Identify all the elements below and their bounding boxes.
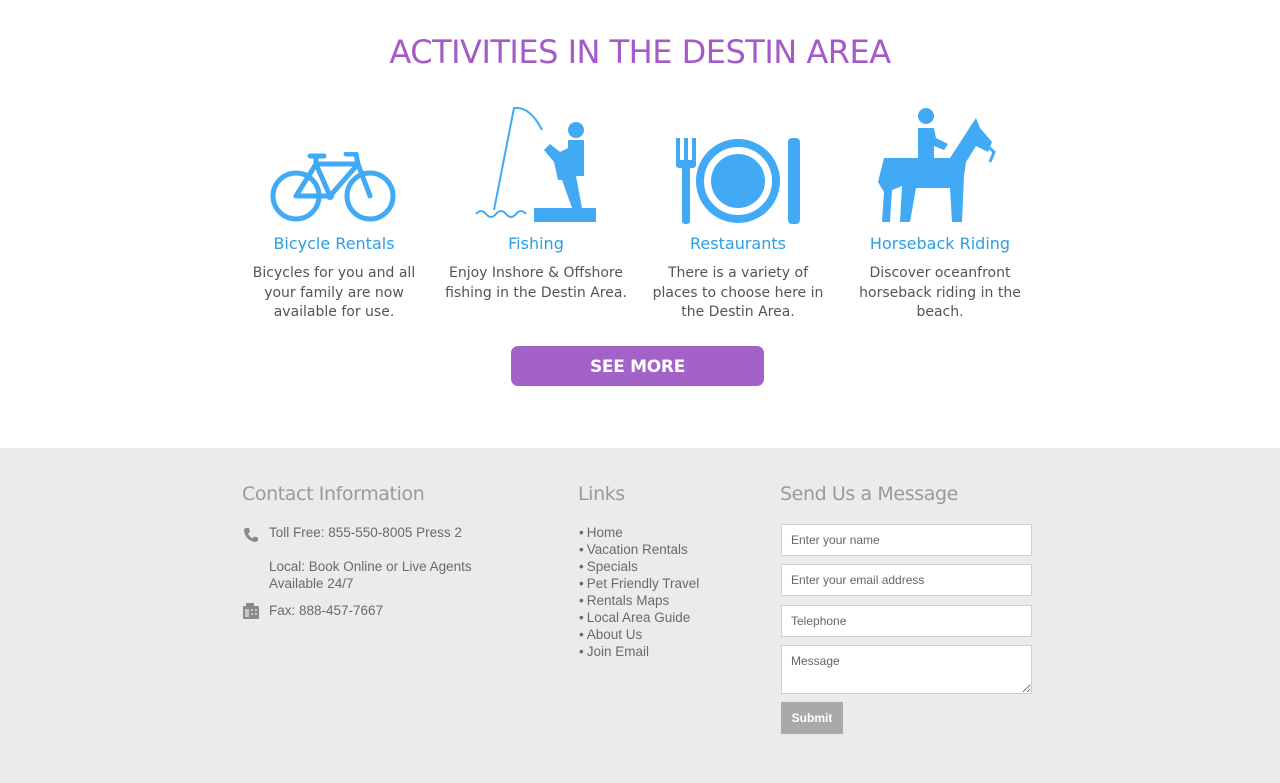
link-specials[interactable]: Specials [579,558,699,575]
footer: Contact Information Toll Free: 855-550-8… [0,448,1280,783]
local-text-line2: Available 24/7 [269,576,354,591]
link-vacation-rentals[interactable]: Vacation Rentals [579,541,699,558]
activity-restaurants: Restaurants There is a variety of places… [638,100,838,323]
horseback-icon [878,108,996,222]
email-input[interactable] [781,564,1032,596]
toll-free-text: Toll Free: 855-550-8005 Press 2 [269,525,462,540]
activities-section: ACTIVITIES IN THE DESTIN AREA Bicycle Re… [0,0,1280,448]
link-join-email[interactable]: Join Email [579,643,699,660]
activity-description: Discover oceanfront horseback riding in … [859,265,1021,320]
activity-description: There is a variety of places to choose h… [652,265,824,320]
message-textarea[interactable] [781,645,1032,694]
activity-title[interactable]: Bicycle Rentals [234,234,434,256]
contact-heading: Contact Information [242,483,425,505]
link-about-us[interactable]: About Us [579,626,699,643]
activity-description: Bicycles for you and all your family are… [252,265,416,320]
restaurant-icon [676,138,800,224]
activity-description: Enjoy Inshore & Offshore fishing in the … [445,265,627,301]
link-rentals-maps[interactable]: Rentals Maps [579,592,699,609]
name-input[interactable] [781,524,1032,556]
submit-button[interactable]: Submit [781,702,843,734]
activity-title[interactable]: Horseback Riding [840,234,1040,256]
link-pet-friendly-travel[interactable]: Pet Friendly Travel [579,575,700,592]
activity-fishing: Fishing Enjoy Inshore & Offshore fishing… [436,100,636,303]
link-local-area-guide[interactable]: Local Area Guide [579,609,699,626]
activity-bicycle-rentals: Bicycle Rentals Bicycles for you and all… [234,100,434,323]
local-text-line1: Local: Book Online or Live Agents [269,559,472,574]
links-heading: Links [578,483,625,505]
section-title: ACTIVITIES IN THE DESTIN AREA [389,33,891,71]
footer-links-list: Home Vacation Rentals Specials Pet Frien… [579,524,700,660]
fishing-icon [475,106,596,222]
fax-icon [243,603,259,619]
message-heading: Send Us a Message [780,483,958,505]
activity-horseback-riding: Horseback Riding Discover oceanfront hor… [840,100,1040,323]
phone-icon [244,528,258,542]
bicycle-icon [270,152,396,222]
telephone-input[interactable] [781,605,1032,637]
activity-title[interactable]: Restaurants [638,234,838,256]
activity-title[interactable]: Fishing [436,234,636,256]
fax-text: Fax: 888-457-7667 [269,603,384,618]
see-more-button[interactable]: SEE MORE [511,346,764,386]
link-home[interactable]: Home [579,524,699,541]
